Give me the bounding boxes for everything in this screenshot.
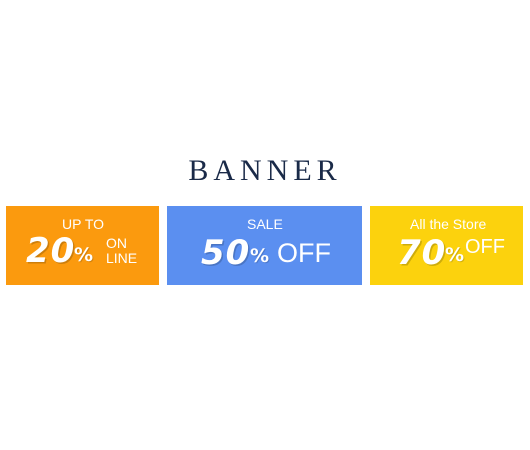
banner-off-text: OFF xyxy=(465,236,505,258)
banner-title: BANNER xyxy=(188,154,342,187)
banner-discount-value: 20 xyxy=(26,231,76,271)
banner-top-text: All the Store xyxy=(410,216,487,232)
banner-top-text: SALE xyxy=(247,216,283,232)
banner-up-to-20-online[interactable]: UP TO 20 % ON LINE xyxy=(6,206,159,285)
banner-top-text: UP TO xyxy=(62,216,105,232)
banner-all-store-70-off[interactable]: All the Store 70 % OFF xyxy=(370,206,523,285)
banner-discount-value: 50 xyxy=(201,233,251,273)
banner-discount-value: 70 xyxy=(397,233,447,273)
banner-sale-50-off[interactable]: SALE 50 % OFF xyxy=(167,206,362,285)
banner-side-text-line2: LINE xyxy=(106,250,138,266)
percent-sign: % xyxy=(74,244,94,266)
percent-sign: % xyxy=(445,244,465,266)
banner-off-text: OFF xyxy=(277,238,331,268)
percent-sign: % xyxy=(250,245,270,267)
banner-side-text-line1: ON xyxy=(106,235,127,251)
